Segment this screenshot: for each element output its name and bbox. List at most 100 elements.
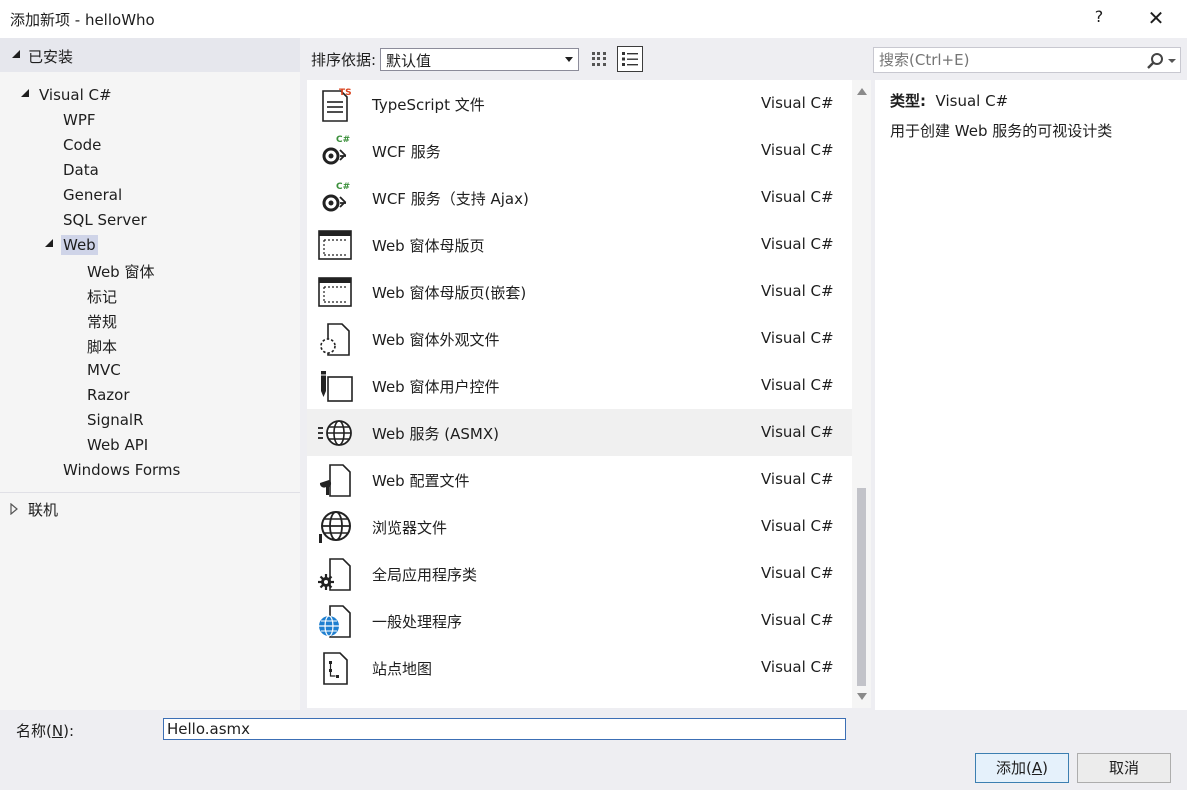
sort-label: 排序依据: bbox=[311, 51, 377, 69]
tree-node-data[interactable]: Data bbox=[63, 161, 99, 179]
item-language: Visual C# bbox=[761, 329, 834, 347]
list-item[interactable]: 站点地图 Visual C# bbox=[307, 644, 852, 691]
medium-icons-view-button[interactable] bbox=[586, 46, 612, 72]
item-language: Visual C# bbox=[761, 235, 834, 253]
installed-label: 已安装 bbox=[28, 48, 74, 66]
name-label-suffix: ): bbox=[63, 722, 74, 740]
global-app-class-icon bbox=[318, 558, 351, 591]
list-item[interactable]: Web 窗体母版页(嵌套) Visual C# bbox=[307, 268, 852, 315]
expand-right-icon bbox=[10, 503, 18, 515]
window-title: 添加新项 - helloWho bbox=[10, 11, 155, 29]
tree-node-sql-server[interactable]: SQL Server bbox=[63, 211, 147, 229]
tree-node-web[interactable]: Web bbox=[61, 235, 98, 255]
typescript-file-icon: TS bbox=[322, 88, 352, 122]
item-name: TypeScript 文件 bbox=[372, 96, 485, 114]
tree-node-razor[interactable]: Razor bbox=[87, 386, 130, 404]
add-button[interactable]: 添加(A) bbox=[975, 753, 1069, 783]
master-page-icon bbox=[318, 230, 352, 260]
list-item[interactable]: Web 服务 (ASMX) Visual C# bbox=[307, 409, 852, 456]
item-language: Visual C# bbox=[761, 376, 834, 394]
svg-text:TS: TS bbox=[339, 88, 352, 98]
item-name: Web 窗体母版页(嵌套) bbox=[372, 284, 527, 302]
item-language: Visual C# bbox=[761, 564, 834, 582]
list-item[interactable]: Web 配置文件 Visual C# bbox=[307, 456, 852, 503]
tree-node-wpf[interactable]: WPF bbox=[63, 111, 96, 129]
description-text: 用于创建 Web 服务的可视设计类 bbox=[890, 122, 1113, 140]
installed-header[interactable]: 已安装 bbox=[0, 38, 300, 72]
svg-text:C#: C# bbox=[336, 135, 350, 145]
generic-handler-icon bbox=[319, 605, 351, 638]
type-value: Visual C# bbox=[935, 92, 1009, 110]
list-item[interactable]: 全局应用程序类 Visual C# bbox=[307, 550, 852, 597]
list-item[interactable]: C# WCF 服务（支持 Ajax) Visual C# bbox=[307, 174, 852, 221]
tree-node-mvc[interactable]: MVC bbox=[87, 361, 121, 379]
list-item[interactable]: Web 窗体用户控件 Visual C# bbox=[307, 362, 852, 409]
item-name: WCF 服务 bbox=[372, 143, 441, 161]
list-item[interactable]: Web 窗体外观文件 Visual C# bbox=[307, 315, 852, 362]
chevron-down-icon bbox=[565, 57, 573, 62]
add-button-suffix: ) bbox=[1042, 759, 1048, 777]
item-name: 全局应用程序类 bbox=[372, 566, 478, 584]
tree-node-markup[interactable]: 标记 bbox=[87, 286, 117, 307]
scroll-up-icon[interactable] bbox=[857, 88, 867, 95]
tree-node-online[interactable]: 联机 bbox=[28, 499, 58, 520]
tree-node-general[interactable]: General bbox=[63, 186, 122, 204]
template-tree-pane: 已安装 Visual C# WPF Code Data General SQL … bbox=[0, 38, 300, 710]
wcf-ajax-service-icon: C# bbox=[322, 182, 350, 212]
item-language: Visual C# bbox=[761, 517, 834, 535]
search-options-dropdown-icon[interactable] bbox=[1168, 59, 1176, 63]
search-icon[interactable] bbox=[1145, 51, 1165, 71]
expand-down-icon bbox=[12, 50, 20, 58]
wcf-service-icon: C# bbox=[322, 135, 350, 165]
tree-node-general-web[interactable]: 常规 bbox=[87, 311, 117, 332]
item-language: Visual C# bbox=[761, 423, 834, 441]
name-input[interactable] bbox=[163, 718, 846, 740]
add-button-accesskey: A bbox=[1031, 759, 1043, 777]
skin-file-icon bbox=[320, 323, 350, 356]
list-item[interactable]: C# WCF 服务 Visual C# bbox=[307, 127, 852, 174]
tree-node-code[interactable]: Code bbox=[63, 136, 101, 154]
item-name: Web 窗体用户控件 bbox=[372, 378, 500, 396]
scroll-thumb[interactable] bbox=[857, 488, 866, 686]
expand-down-icon bbox=[45, 239, 53, 247]
item-language: Visual C# bbox=[761, 470, 834, 488]
sort-select[interactable]: 默认值 bbox=[380, 48, 579, 71]
cancel-button[interactable]: 取消 bbox=[1077, 753, 1171, 783]
tree-node-script[interactable]: 脚本 bbox=[87, 336, 117, 357]
title-bar: 添加新项 - helloWho ? ✕ bbox=[0, 0, 1187, 38]
tree-node-windows-forms[interactable]: Windows Forms bbox=[63, 461, 180, 479]
web-config-icon bbox=[319, 464, 351, 497]
item-name: Web 服务 (ASMX) bbox=[372, 425, 499, 443]
tree-node-web-forms[interactable]: Web 窗体 bbox=[87, 261, 154, 282]
item-language: Visual C# bbox=[761, 658, 834, 676]
description-type: 类型: Visual C# bbox=[890, 90, 1008, 111]
list-scrollbar[interactable] bbox=[852, 80, 871, 708]
search-box bbox=[873, 47, 1181, 73]
tree-node-visual-csharp[interactable]: Visual C# bbox=[39, 86, 112, 104]
item-name: Web 窗体外观文件 bbox=[372, 331, 500, 349]
list-view-button[interactable] bbox=[617, 46, 643, 72]
template-list: TS TypeScript 文件 Visual C# C# WCF 服务 Vis… bbox=[307, 80, 852, 708]
scroll-down-icon[interactable] bbox=[857, 693, 867, 700]
item-name: 浏览器文件 bbox=[372, 519, 448, 537]
list-item[interactable]: Web 窗体母版页 Visual C# bbox=[307, 221, 852, 268]
search-input[interactable] bbox=[874, 48, 1134, 72]
list-item[interactable]: 一般处理程序 Visual C# bbox=[307, 597, 852, 644]
nested-master-page-icon bbox=[318, 277, 352, 307]
item-name: Web 配置文件 bbox=[372, 472, 470, 490]
tree-node-web-api[interactable]: Web API bbox=[87, 436, 148, 454]
close-button[interactable]: ✕ bbox=[1142, 4, 1170, 32]
item-language: Visual C# bbox=[761, 611, 834, 629]
help-button[interactable]: ? bbox=[1089, 7, 1109, 31]
list-item[interactable]: 浏览器文件 Visual C# bbox=[307, 503, 852, 550]
sort-select-value: 默认值 bbox=[386, 52, 432, 70]
browser-file-icon bbox=[319, 511, 351, 543]
expand-down-icon bbox=[21, 89, 29, 97]
tree-divider bbox=[0, 492, 300, 493]
list-view-icon bbox=[622, 52, 638, 66]
item-name: WCF 服务（支持 Ajax) bbox=[372, 190, 529, 208]
web-service-icon bbox=[318, 420, 352, 446]
tree-node-signalr[interactable]: SignalR bbox=[87, 411, 144, 429]
svg-text:C#: C# bbox=[336, 182, 350, 192]
list-item[interactable]: TS TypeScript 文件 Visual C# bbox=[307, 80, 852, 127]
